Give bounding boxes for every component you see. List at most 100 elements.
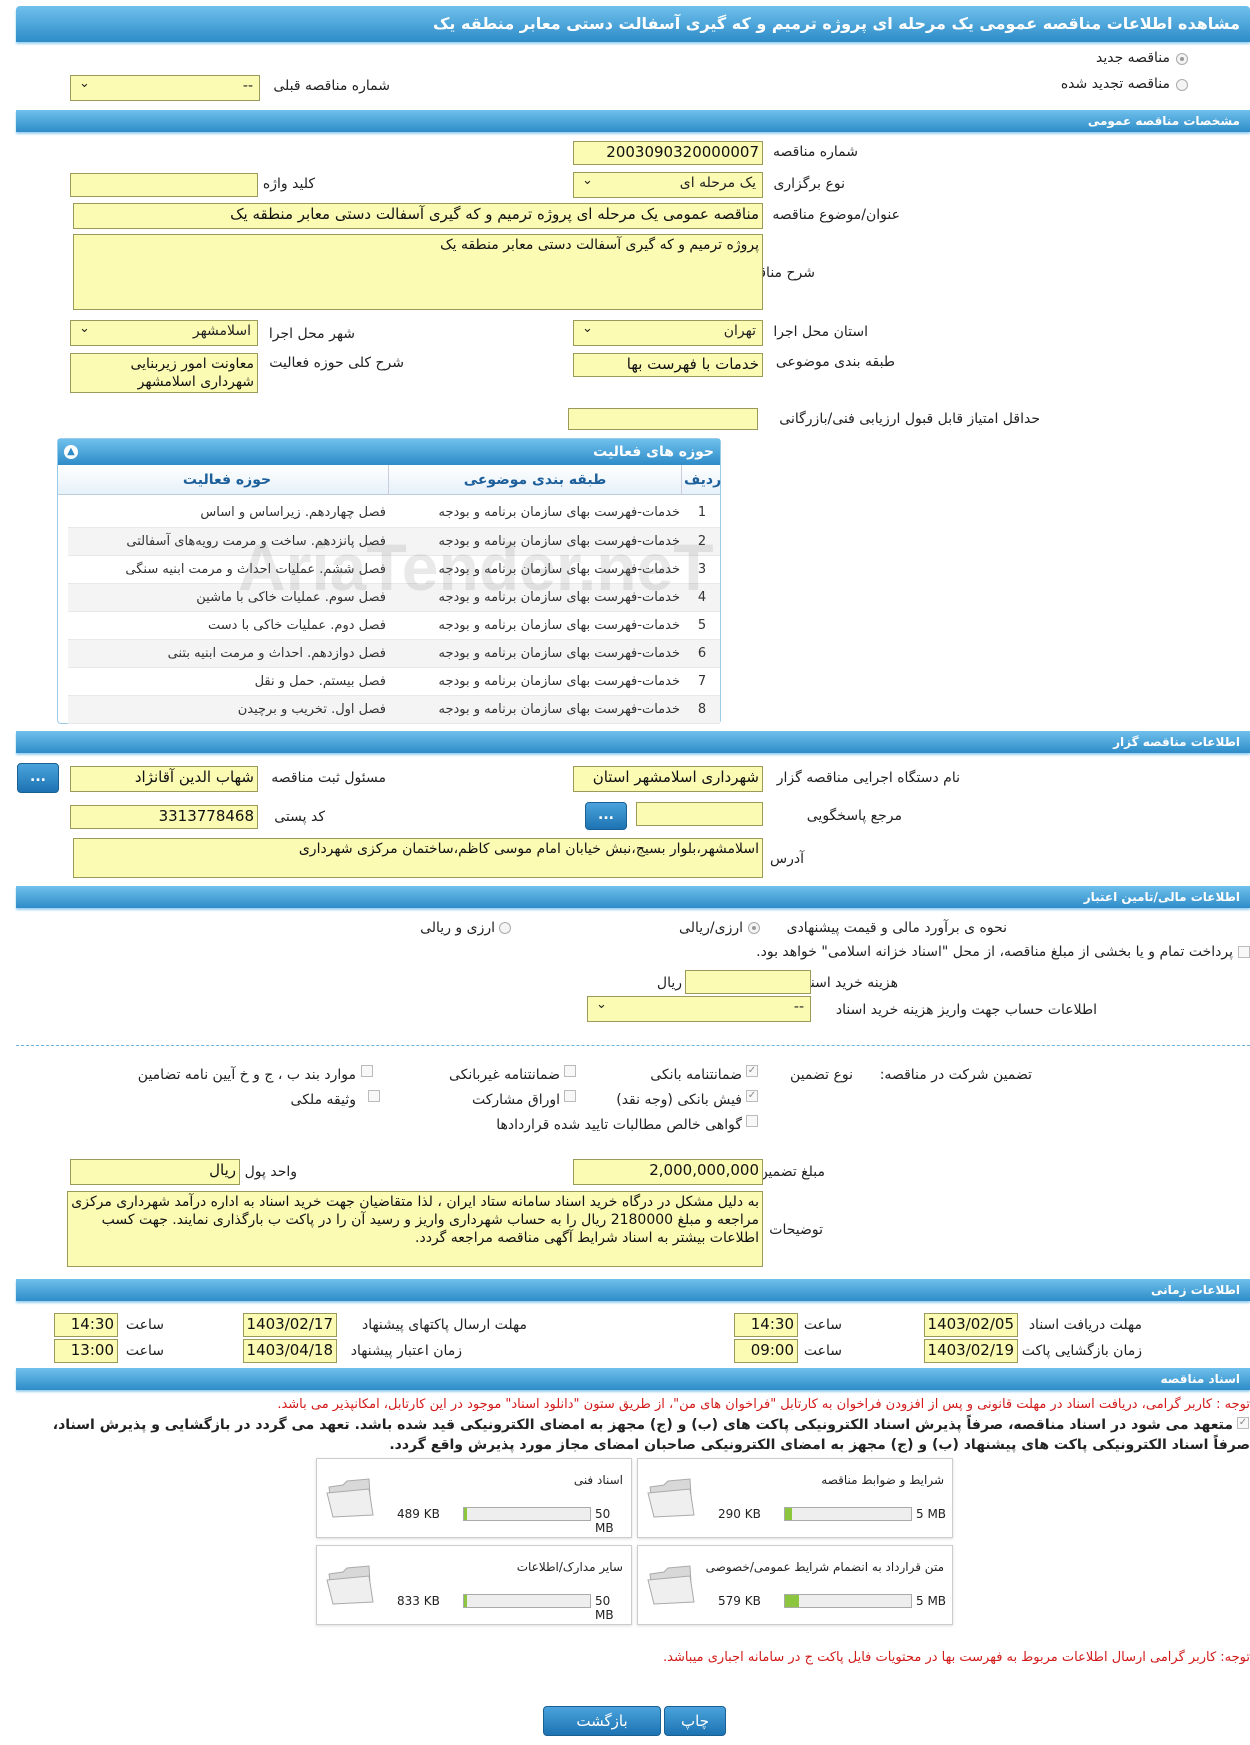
unit-field[interactable]: ریال	[70, 1159, 240, 1185]
addr-field[interactable]: اسلامشهر،بلوار بسیج،نبش خیابان امام موسی…	[73, 838, 763, 878]
ref-lookup-button[interactable]: ...	[585, 802, 627, 830]
treasury-checkbox[interactable]	[1238, 946, 1250, 958]
col-activity: حوزه فعالیت	[182, 472, 272, 488]
time-label: ساعت	[125, 1343, 164, 1359]
row-category: خدمات-فهرست بهای سازمان برنامه و بودجه	[390, 611, 684, 640]
type-select[interactable]: یک مرحله ای ⌄	[573, 172, 763, 198]
property-checkbox[interactable]	[368, 1090, 380, 1102]
row-index: 1	[684, 499, 720, 528]
file-max: 5 MB	[916, 1507, 947, 1521]
receive-date-field[interactable]: 1403/02/05	[924, 1313, 1018, 1337]
doc-cost-label: هزینه خرید اسناد	[800, 975, 898, 991]
doc-cost-field[interactable]	[685, 970, 811, 994]
org-field[interactable]: شهرداری اسلامشهر استان	[573, 766, 763, 792]
open-label: زمان بازگشایی پاکت ها	[1005, 1343, 1142, 1359]
account-select[interactable]: -- ⌄	[587, 996, 811, 1022]
resp-lookup-button[interactable]: ...	[17, 763, 59, 793]
chevron-down-icon: ⌄	[79, 321, 90, 336]
postal-field[interactable]: 3313778468	[70, 805, 258, 829]
col-row: ردیف	[684, 472, 722, 488]
print-button[interactable]: چاپ	[664, 1706, 726, 1736]
desc-field[interactable]: پروژه ترمیم و که گیری آسفالت دستی معابر …	[73, 234, 763, 310]
province-label: استان محل اجرا	[773, 324, 868, 340]
open-time-field[interactable]: 09:00	[734, 1339, 798, 1363]
section-organizer: اطلاعات مناقصه گزار	[16, 731, 1250, 753]
open-date-field[interactable]: 1403/02/19	[924, 1339, 1018, 1363]
row-index: 7	[684, 667, 720, 696]
bank-guarantee-checkbox[interactable]: ✓	[746, 1065, 758, 1077]
activity-desc-field[interactable]: معاونت امور زیربنایی شهرداری اسلامشهر	[70, 353, 258, 393]
bcj-items-label: موارد بند ب ، ج و خ آیین نامه تضامین	[137, 1067, 356, 1083]
row-category: خدمات-فهرست بهای سازمان برنامه و بودجه	[390, 667, 684, 696]
bcj-items-checkbox[interactable]	[361, 1065, 373, 1077]
city-label: شهر محل اجرا	[268, 326, 355, 342]
keyword-label: کلید واژه	[262, 176, 315, 192]
commit-line-1: متعهد می شود در اسناد مناقصه، صرفاً پذیر…	[52, 1417, 1233, 1433]
receive-label: مهلت دریافت اسناد	[1028, 1317, 1142, 1333]
min-score-field[interactable]	[568, 408, 758, 430]
bonds-checkbox[interactable]	[564, 1090, 576, 1102]
row-index: 6	[684, 639, 720, 668]
time-label: ساعت	[803, 1343, 842, 1359]
valid-time-field[interactable]: 13:00	[54, 1339, 118, 1363]
file-name: سایر مدارک/اطلاعات	[516, 1560, 623, 1574]
currency-rial-radio[interactable]	[748, 922, 760, 934]
valid-date-field[interactable]: 1403/04/18	[243, 1339, 337, 1363]
opt1-label: ارزی/ریالی	[679, 920, 743, 936]
file-max: 50 MB	[595, 1594, 614, 1622]
province-select[interactable]: تهران ⌄	[573, 320, 763, 346]
chevron-down-icon: ⌄	[79, 76, 90, 91]
docs-note: توجه : کاربر گرامی، دریافت اسناد در مهلت…	[277, 1397, 1250, 1412]
chevron-down-icon: ⌄	[582, 173, 593, 188]
receive-time-field[interactable]: 14:30	[734, 1313, 798, 1337]
resp-field[interactable]: شهاب الدین آقانژاد	[70, 766, 258, 792]
file-card-other[interactable]: سایر مدارک/اطلاعات 833 KB 50 MB	[316, 1545, 632, 1625]
send-time-field[interactable]: 14:30	[54, 1313, 118, 1337]
renewed-tender-radio[interactable]	[1176, 79, 1188, 91]
treasury-label: پرداخت تمام و یا بخشی از مبلغ مناقصه، از…	[756, 944, 1233, 960]
amount-field[interactable]: 2,000,000,000	[573, 1159, 763, 1185]
file-card-terms[interactable]: شرایط و ضوابط مناقصه 290 KB 5 MB	[637, 1458, 953, 1538]
table-header: ردیف طبقه بندی موضوعی حوزه فعالیت	[58, 465, 722, 495]
category-field[interactable]: خدمات با فهرست بها	[573, 353, 763, 377]
back-button[interactable]: بازگشت	[543, 1706, 661, 1736]
bank-receipt-label: فیش بانکی (وجه نقد)	[616, 1092, 742, 1108]
commit-checkbox: ✓	[1237, 1417, 1249, 1429]
chevron-down-icon: ⌄	[582, 321, 593, 336]
col-category: طبقه بندی موضوعی	[388, 465, 682, 495]
row-category: خدمات-فهرست بهای سازمان برنامه و بودجه	[390, 695, 684, 724]
file-card-technical[interactable]: اسناد فنی 489 KB 50 MB	[316, 1458, 632, 1538]
collapse-icon[interactable]: ▲	[64, 445, 78, 459]
currency-and-rial-radio[interactable]	[499, 922, 511, 934]
notes-field[interactable]: به دلیل مشکل در درگاه خرید اسناد سامانه …	[67, 1191, 763, 1267]
size-progress-fill	[785, 1595, 800, 1607]
city-select[interactable]: اسلامشهر ⌄	[70, 320, 258, 346]
file-size: 833 KB	[397, 1594, 440, 1608]
chevron-down-icon: ⌄	[596, 997, 607, 1012]
nonbank-guarantee-checkbox[interactable]	[564, 1065, 576, 1077]
tender-number-field[interactable]: 2003090320000007	[573, 141, 763, 165]
size-progress	[463, 1507, 591, 1521]
prev-tender-select[interactable]: -- ⌄	[70, 75, 260, 101]
bank-receipt-checkbox[interactable]: ✓	[746, 1090, 758, 1102]
file-max: 50 MB	[595, 1507, 614, 1535]
file-card-contract[interactable]: متن قرارداد به انضمام شرایط عمومی/خصوصی …	[637, 1545, 953, 1625]
send-label: مهلت ارسال پاکتهای پیشنهاد	[361, 1317, 527, 1333]
claims-cert-label: گواهی خالص مطالبات تایید شده قراردادها	[496, 1117, 742, 1133]
ref-field[interactable]	[636, 802, 763, 826]
title-field[interactable]: مناقصه عمومی یک مرحله ای پروژه ترمیم و ک…	[73, 203, 763, 229]
opt2-label: ارزی و ریالی	[420, 920, 495, 936]
account-label: اطلاعات حساب جهت واریز هزینه خرید اسناد	[835, 1002, 1097, 1018]
unit-label: واحد پول	[244, 1164, 297, 1180]
new-tender-radio[interactable]	[1176, 53, 1188, 65]
keyword-field[interactable]	[70, 173, 258, 197]
file-name: شرایط و ضوابط مناقصه	[821, 1473, 944, 1487]
section-docs: اسناد مناقصه	[16, 1368, 1250, 1390]
claims-cert-checkbox[interactable]	[746, 1115, 758, 1127]
size-progress	[463, 1594, 591, 1608]
activities-title: حوزه های فعالیت	[58, 439, 720, 465]
category-label: طبقه بندی موضوعی	[775, 354, 895, 370]
row-activity: فصل بیستم. حمل و نقل	[68, 667, 390, 696]
folder-icon	[647, 1478, 695, 1518]
send-date-field[interactable]: 1403/02/17	[243, 1313, 337, 1337]
